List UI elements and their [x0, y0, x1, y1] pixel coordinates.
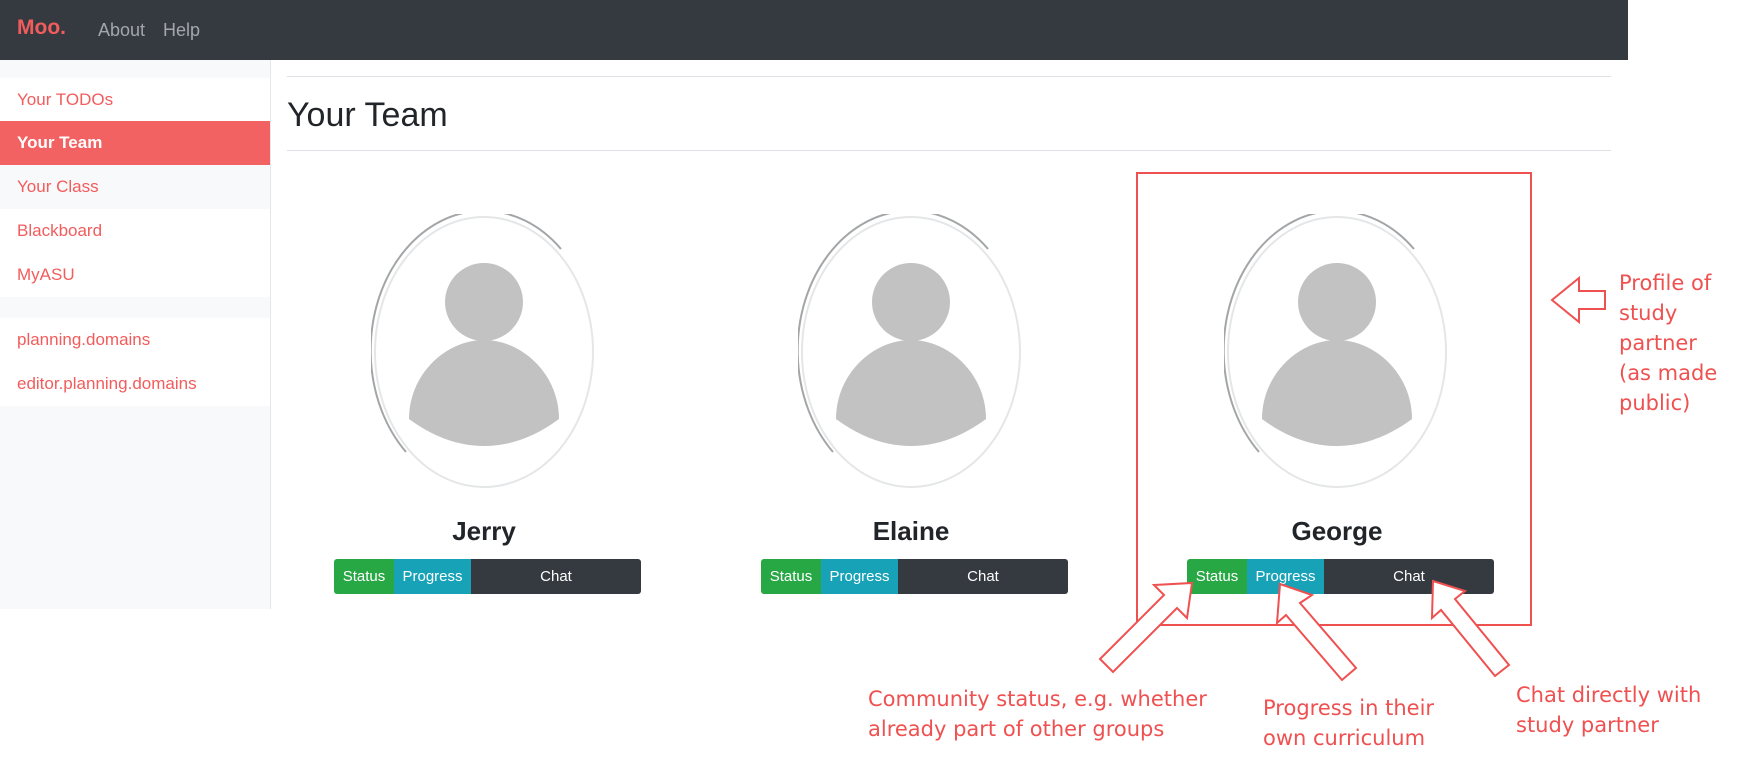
chat-button[interactable]: Chat — [898, 559, 1068, 594]
annotation-progress: Progress in their own curriculum — [1263, 696, 1435, 750]
status-button[interactable]: Status — [334, 559, 394, 594]
outline-arrow-icon — [1550, 275, 1606, 325]
sidebar-item-editor-planning-domains[interactable]: editor.planning.domains — [0, 362, 270, 406]
member-actions: Status Progress Chat — [761, 559, 1068, 594]
sidebar-item-myasu[interactable]: MyASU — [0, 253, 270, 297]
status-button[interactable]: Status — [761, 559, 821, 594]
sidebar-item-planning-domains[interactable]: planning.domains — [0, 318, 270, 362]
top-navbar: Moo. About Help — [0, 0, 1628, 60]
chat-button[interactable]: Chat — [471, 559, 641, 594]
outline-arrow-icon — [1430, 579, 1511, 678]
brand-logo[interactable]: Moo. — [17, 16, 66, 40]
annotation-status: Community status, e.g. whether already p… — [868, 687, 1207, 741]
outline-arrow-icon — [1098, 581, 1194, 674]
nav-link-about[interactable]: About — [98, 20, 145, 41]
progress-button[interactable]: Progress — [821, 559, 898, 594]
top-divider — [287, 76, 1611, 77]
person-placeholder-icon — [1224, 214, 1447, 488]
annotation-profile: Profile of study partner (as made public… — [1619, 271, 1718, 415]
person-placeholder-icon — [371, 214, 594, 488]
status-button[interactable]: Status — [1187, 559, 1247, 594]
sidebar-item-team[interactable]: Your Team — [0, 121, 270, 165]
sidebar-item-blackboard[interactable]: Blackboard — [0, 209, 270, 253]
member-actions: Status Progress Chat — [334, 559, 641, 594]
member-name: George — [1291, 516, 1383, 546]
member-name: Elaine — [872, 516, 950, 546]
member-name: Jerry — [452, 516, 516, 546]
progress-button[interactable]: Progress — [1247, 559, 1324, 594]
nav-link-help[interactable]: Help — [163, 20, 200, 41]
title-divider — [287, 150, 1611, 151]
sidebar: Your TODOs Your Team Your Class Blackboa… — [0, 60, 271, 609]
sidebar-item-class[interactable]: Your Class — [0, 165, 270, 209]
member-actions: Status Progress Chat — [1187, 559, 1494, 594]
annotation-chat: Chat directly with study partner — [1516, 683, 1702, 737]
person-placeholder-icon — [798, 214, 1021, 488]
progress-button[interactable]: Progress — [394, 559, 471, 594]
outline-arrow-icon — [1275, 582, 1358, 682]
chat-button[interactable]: Chat — [1324, 559, 1494, 594]
sidebar-item-todos[interactable]: Your TODOs — [0, 78, 270, 122]
page-title: Your Team — [287, 96, 448, 134]
